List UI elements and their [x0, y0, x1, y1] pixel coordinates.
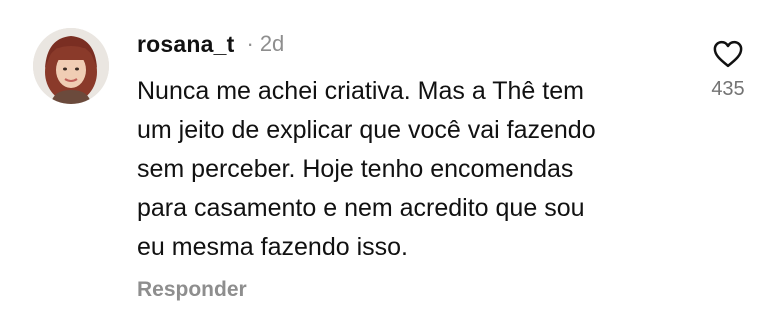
comment-text: Nunca me achei criativa. Mas a Thê tem u… — [137, 72, 697, 267]
comment-line: sem perceber. Hoje tenho encomendas — [137, 155, 574, 183]
reply-button[interactable]: Responder — [137, 278, 247, 302]
comment-line: Nunca me achei criativa. Mas a Thê tem — [137, 77, 584, 105]
timestamp[interactable]: 2d — [260, 31, 284, 57]
comment-line: um jeito de explicar que você vai fazend… — [137, 116, 596, 144]
comment: rosana_t · 2d Nunca me achei criativa. M… — [0, 0, 780, 332]
comment-line: eu mesma fazendo isso. — [137, 233, 408, 261]
avatar[interactable] — [33, 28, 109, 104]
avatar-image — [33, 28, 109, 104]
username[interactable]: rosana_t — [137, 31, 234, 58]
like-count: 435 — [711, 78, 745, 100]
heart-outline-icon[interactable] — [713, 40, 743, 68]
separator-dot: · — [246, 31, 254, 56]
like-control: 435 — [706, 40, 750, 101]
comment-header: rosana_t · 2d — [137, 28, 284, 60]
comment-line: para casamento e nem acredito que sou — [137, 194, 585, 222]
